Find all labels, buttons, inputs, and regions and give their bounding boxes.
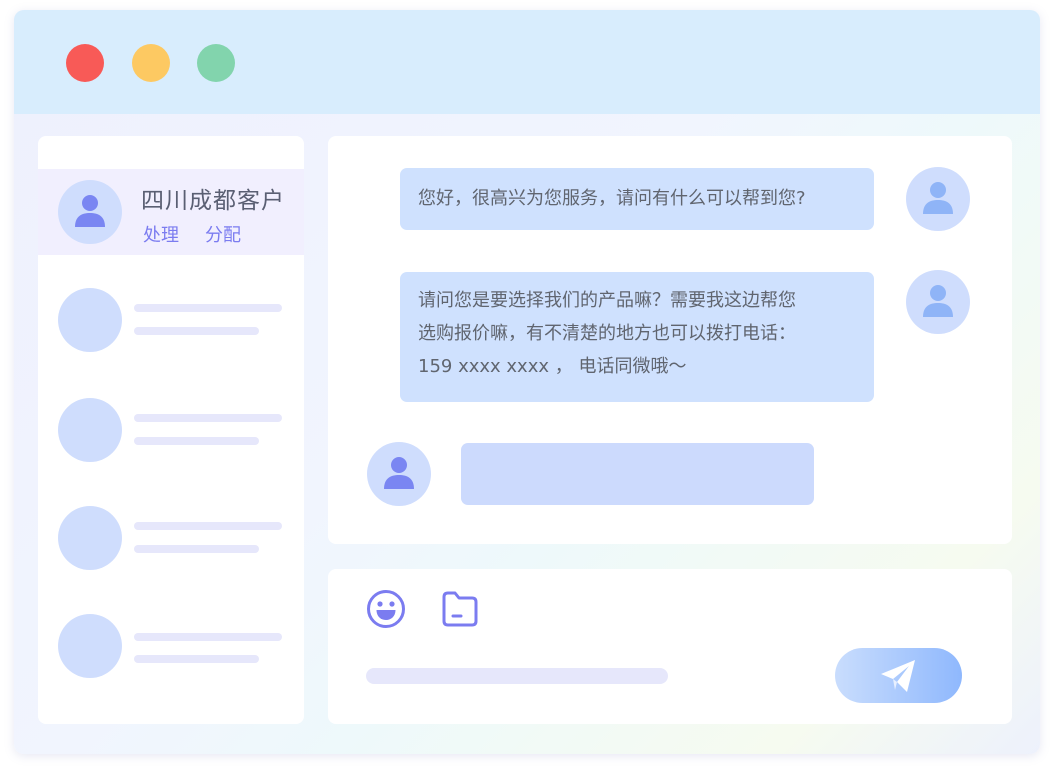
avatar-placeholder <box>58 614 122 678</box>
user-icon <box>75 195 105 227</box>
chat-panel: 您好，很高兴为您服务，请问有什么可以帮到您? 请问您是要选择我们的产品嘛？需要我… <box>328 136 1012 544</box>
customer-message <box>461 443 814 505</box>
text-placeholder <box>134 327 259 335</box>
text-placeholder <box>134 414 282 422</box>
agent-message: 请问您是要选择我们的产品嘛？需要我这边帮您 选购报价嘛，有不清楚的地方也可以拨打… <box>400 272 874 402</box>
user-icon <box>923 182 953 214</box>
paper-plane-icon <box>881 660 915 692</box>
close-button[interactable] <box>66 44 104 82</box>
avatar-placeholder <box>58 506 122 570</box>
message-input[interactable] <box>366 668 668 684</box>
text-placeholder <box>134 633 282 641</box>
message-line: 159 xxxx xxxx ， 电话同微哦～ <box>418 356 687 377</box>
emoji-icon[interactable] <box>366 589 406 629</box>
agent-avatar <box>906 167 970 231</box>
text-placeholder <box>134 437 259 445</box>
folder-icon[interactable] <box>440 589 480 629</box>
agent-avatar <box>906 270 970 334</box>
assign-link[interactable]: 分配 <box>205 221 241 247</box>
user-icon <box>384 457 414 489</box>
text-placeholder <box>134 545 259 553</box>
send-button[interactable] <box>835 648 962 703</box>
app-window: 四川成都客户 处理 分配 您好，很高兴为您服务，请问有什么可以帮到您? 请问您是… <box>14 10 1040 754</box>
avatar <box>58 180 122 244</box>
maximize-button[interactable] <box>197 44 235 82</box>
avatar-placeholder <box>58 398 122 462</box>
title-bar <box>14 10 1040 114</box>
avatar-placeholder <box>58 288 122 352</box>
text-placeholder <box>134 655 259 663</box>
message-composer <box>328 569 1012 724</box>
text-placeholder <box>134 304 282 312</box>
minimize-button[interactable] <box>132 44 170 82</box>
message-line: 选购报价嘛，有不清楚的地方也可以拨打电话： <box>418 323 796 344</box>
contact-list: 四川成都客户 处理 分配 <box>38 136 304 724</box>
message-line: 请问您是要选择我们的产品嘛？需要我这边帮您 <box>418 290 796 311</box>
agent-message: 您好，很高兴为您服务，请问有什么可以帮到您? <box>400 168 874 230</box>
contact-name: 四川成都客户 <box>141 188 285 214</box>
user-icon <box>923 285 953 317</box>
handle-link[interactable]: 处理 <box>143 221 179 247</box>
text-placeholder <box>134 522 282 530</box>
customer-avatar <box>367 442 431 506</box>
